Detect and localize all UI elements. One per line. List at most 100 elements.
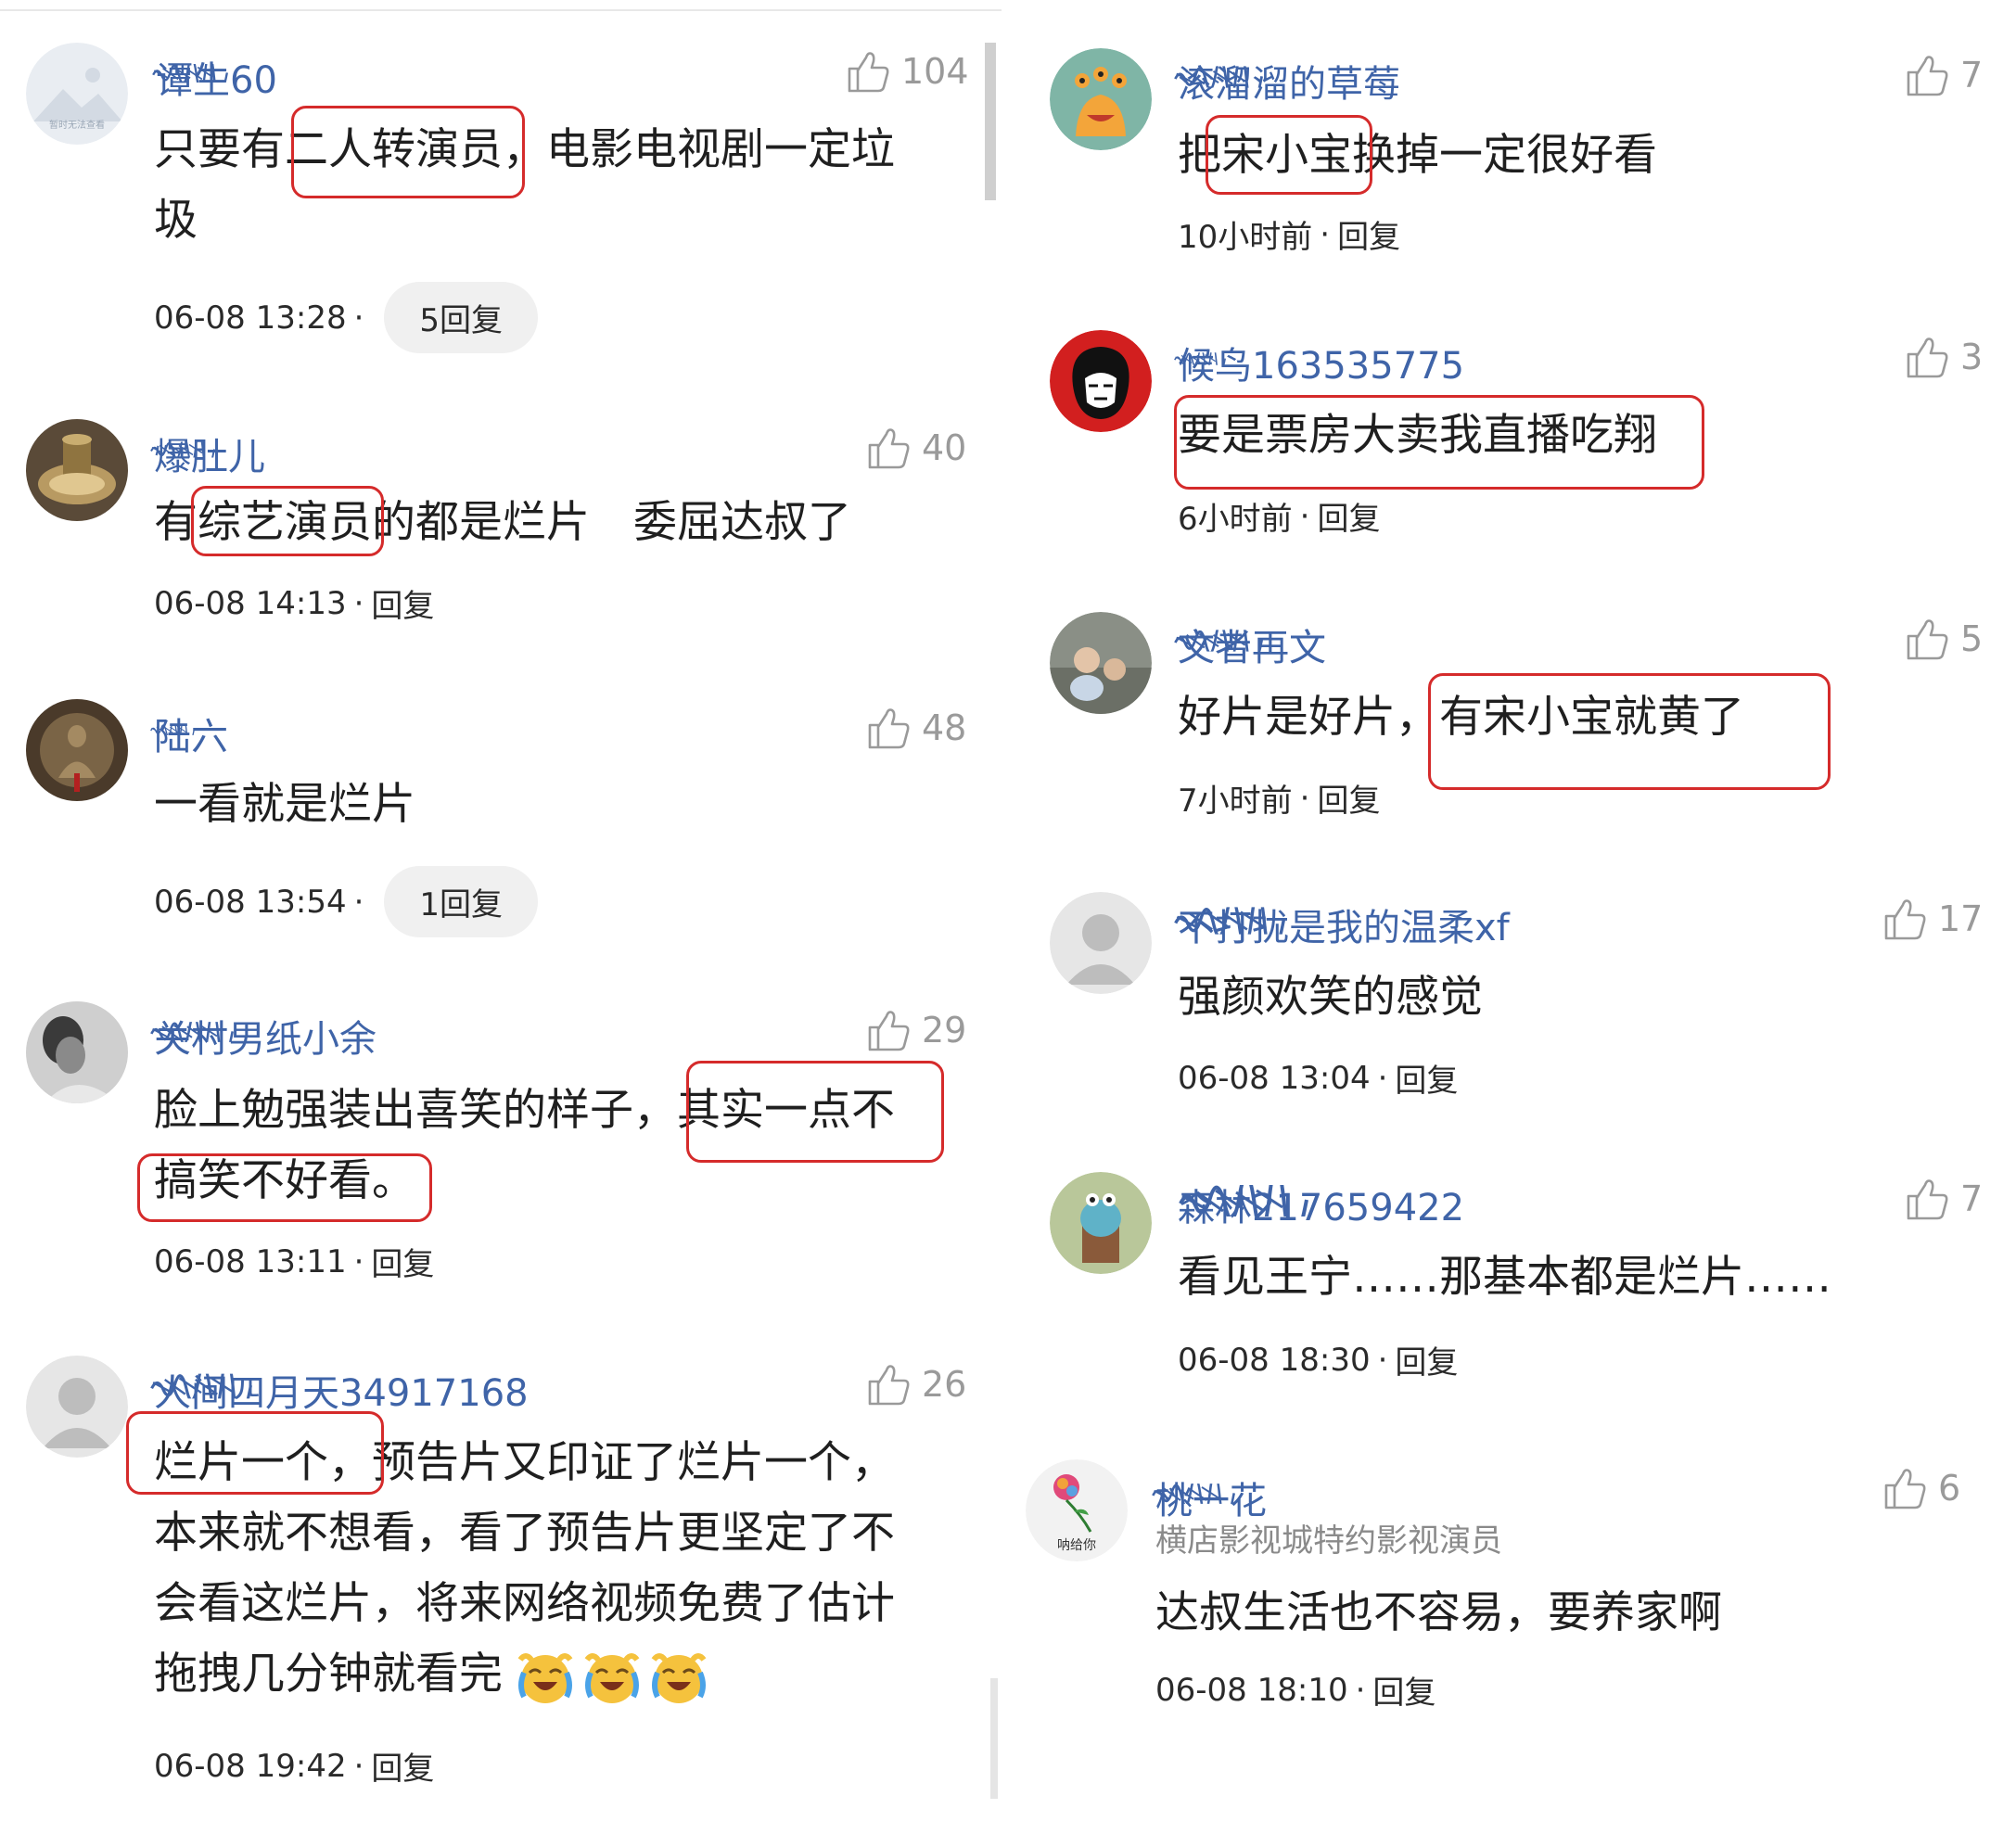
username[interactable]: 关村男纸小余 bbox=[154, 1009, 376, 1063]
highlight-box bbox=[191, 486, 384, 556]
like-button[interactable]: 40 bbox=[866, 425, 966, 471]
laughing-crying-emoji-icon bbox=[650, 1649, 708, 1706]
like-count: 6 bbox=[1938, 1468, 1961, 1509]
comment-meta: 06-08 13:54 · 1回复 bbox=[154, 866, 539, 937]
thumbs-up-icon bbox=[866, 705, 911, 751]
highlight-box bbox=[1206, 115, 1372, 195]
username[interactable]: 谭生60 bbox=[156, 50, 277, 104]
comment-text: 一看就是烂片 bbox=[154, 779, 415, 830]
comment-meta: 06-08 13:28 · 5回复 bbox=[154, 282, 539, 353]
reply-button[interactable]: 回复 bbox=[1337, 211, 1400, 257]
avatar-rose[interactable]: 呐给你 bbox=[1026, 1459, 1128, 1561]
like-count: 48 bbox=[922, 707, 967, 748]
username[interactable]: 爆肚儿 bbox=[154, 427, 265, 480]
replies-button[interactable]: 1回复 bbox=[384, 866, 539, 937]
comment-meta: 06-08 13:11 · 回复 bbox=[154, 1239, 434, 1284]
timestamp: 06-08 19:42 bbox=[154, 1747, 347, 1785]
avatar-man-bw[interactable] bbox=[26, 1001, 128, 1103]
comment-meta: 6小时前 · 回复 bbox=[1178, 493, 1380, 539]
redaction-scribble bbox=[150, 714, 195, 745]
comment-meta: 06-08 14:13 · 回复 bbox=[154, 580, 434, 626]
thumbs-up-icon bbox=[1882, 896, 1927, 942]
timestamp: 10小时前 bbox=[1178, 219, 1313, 256]
username[interactable]: 人间四月天34917168 bbox=[154, 1363, 529, 1417]
like-count: 17 bbox=[1938, 898, 1984, 939]
redaction-scribble bbox=[1174, 905, 1285, 936]
avatar-hotpot[interactable] bbox=[26, 419, 128, 521]
username[interactable]: 候鸟163535775 bbox=[1178, 336, 1464, 389]
comment-meta: 7小时前 · 回复 bbox=[1178, 775, 1380, 821]
avatar-rose-text: 呐给你 bbox=[1057, 1538, 1096, 1553]
avatar-baby[interactable] bbox=[1050, 612, 1152, 714]
like-button[interactable]: 5 bbox=[1905, 616, 1983, 662]
like-button[interactable]: 7 bbox=[1905, 1176, 1983, 1222]
laughing-crying-emoji-icon bbox=[517, 1649, 574, 1706]
timestamp: 06-08 13:28 bbox=[154, 299, 347, 337]
reply-button[interactable]: 回复 bbox=[371, 580, 434, 626]
thumbs-up-icon bbox=[846, 48, 890, 95]
avatar-buddha[interactable] bbox=[26, 699, 128, 801]
like-count: 7 bbox=[1960, 55, 1984, 96]
reply-button[interactable]: 回复 bbox=[1395, 1337, 1458, 1382]
timestamp: 6小时前 bbox=[1178, 501, 1293, 538]
like-button[interactable]: 3 bbox=[1905, 334, 1983, 380]
redaction-scribble bbox=[152, 57, 228, 89]
highlight-box bbox=[686, 1061, 944, 1163]
highlight-box bbox=[1174, 395, 1704, 490]
like-button[interactable]: 29 bbox=[866, 1007, 966, 1053]
username[interactable]: 滚溜溜的草莓 bbox=[1178, 54, 1400, 108]
redaction-scribble bbox=[1174, 1185, 1313, 1216]
avatar-monster[interactable] bbox=[1050, 48, 1152, 150]
highlight-box bbox=[1428, 673, 1831, 790]
reply-button[interactable]: 回复 bbox=[1395, 1055, 1458, 1101]
reply-button[interactable]: 回复 bbox=[1317, 493, 1380, 539]
like-button[interactable]: 104 bbox=[846, 48, 969, 95]
scrollbar-left[interactable] bbox=[985, 43, 996, 200]
like-button[interactable]: 26 bbox=[866, 1361, 966, 1407]
thumbs-up-icon bbox=[866, 425, 911, 471]
replies-button[interactable]: 5回复 bbox=[384, 282, 539, 353]
username[interactable]: 文者再文 bbox=[1178, 618, 1326, 671]
timestamp: 06-08 18:10 bbox=[1155, 1671, 1348, 1709]
scrollbar-right[interactable] bbox=[990, 1678, 998, 1799]
avatar-cartoon-bird[interactable] bbox=[1050, 1172, 1152, 1274]
redaction-scribble bbox=[150, 1370, 252, 1402]
username[interactable]: 森林217659422 bbox=[1178, 1178, 1464, 1231]
reply-button[interactable]: 回复 bbox=[371, 1239, 434, 1284]
comment-text: 强颜欢笑的感觉 bbox=[1178, 972, 1483, 1023]
avatar-che[interactable] bbox=[1050, 330, 1152, 432]
like-count: 26 bbox=[922, 1364, 967, 1405]
like-button[interactable]: 48 bbox=[866, 705, 966, 751]
username[interactable]: 陆六 bbox=[154, 707, 228, 760]
like-count: 5 bbox=[1960, 618, 1984, 659]
thumbs-up-icon bbox=[1905, 334, 1949, 380]
highlight-box bbox=[137, 1153, 432, 1222]
reply-button[interactable]: 回复 bbox=[1317, 775, 1380, 821]
redaction-scribble bbox=[1152, 1478, 1235, 1509]
like-count: 29 bbox=[922, 1010, 967, 1051]
like-button[interactable]: 7 bbox=[1905, 52, 1983, 98]
like-count: 3 bbox=[1960, 337, 1984, 377]
like-count: 40 bbox=[922, 427, 967, 468]
avatar-placeholder[interactable]: 暂时无法查看 bbox=[26, 43, 128, 145]
like-button[interactable]: 17 bbox=[1882, 896, 1983, 942]
reply-button[interactable]: 回复 bbox=[1372, 1667, 1435, 1713]
comment-meta: 06-08 19:42 · 回复 bbox=[154, 1743, 434, 1789]
comment-meta: 06-08 18:10 · 回复 bbox=[1155, 1667, 1435, 1713]
like-button[interactable]: 6 bbox=[1882, 1465, 1960, 1511]
thumbs-up-icon bbox=[1905, 52, 1949, 98]
reply-button[interactable]: 回复 bbox=[371, 1743, 434, 1789]
like-count: 7 bbox=[1960, 1178, 1984, 1219]
redaction-scribble bbox=[150, 1016, 234, 1048]
avatar-default[interactable] bbox=[1050, 892, 1152, 994]
thumbs-up-icon bbox=[1905, 616, 1949, 662]
avatar-default[interactable] bbox=[26, 1356, 128, 1458]
redaction-scribble bbox=[1174, 61, 1263, 93]
comment-meta: 06-08 13:04 · 回复 bbox=[1178, 1055, 1458, 1101]
top-divider bbox=[0, 0, 1002, 11]
comment-meta: 10小时前 · 回复 bbox=[1178, 211, 1400, 257]
username[interactable]: 不打扰是我的温柔xf bbox=[1178, 898, 1510, 951]
avatar-placeholder-text: 暂时无法查看 bbox=[49, 121, 105, 131]
redaction-scribble bbox=[150, 434, 215, 465]
like-count: 104 bbox=[901, 51, 969, 92]
